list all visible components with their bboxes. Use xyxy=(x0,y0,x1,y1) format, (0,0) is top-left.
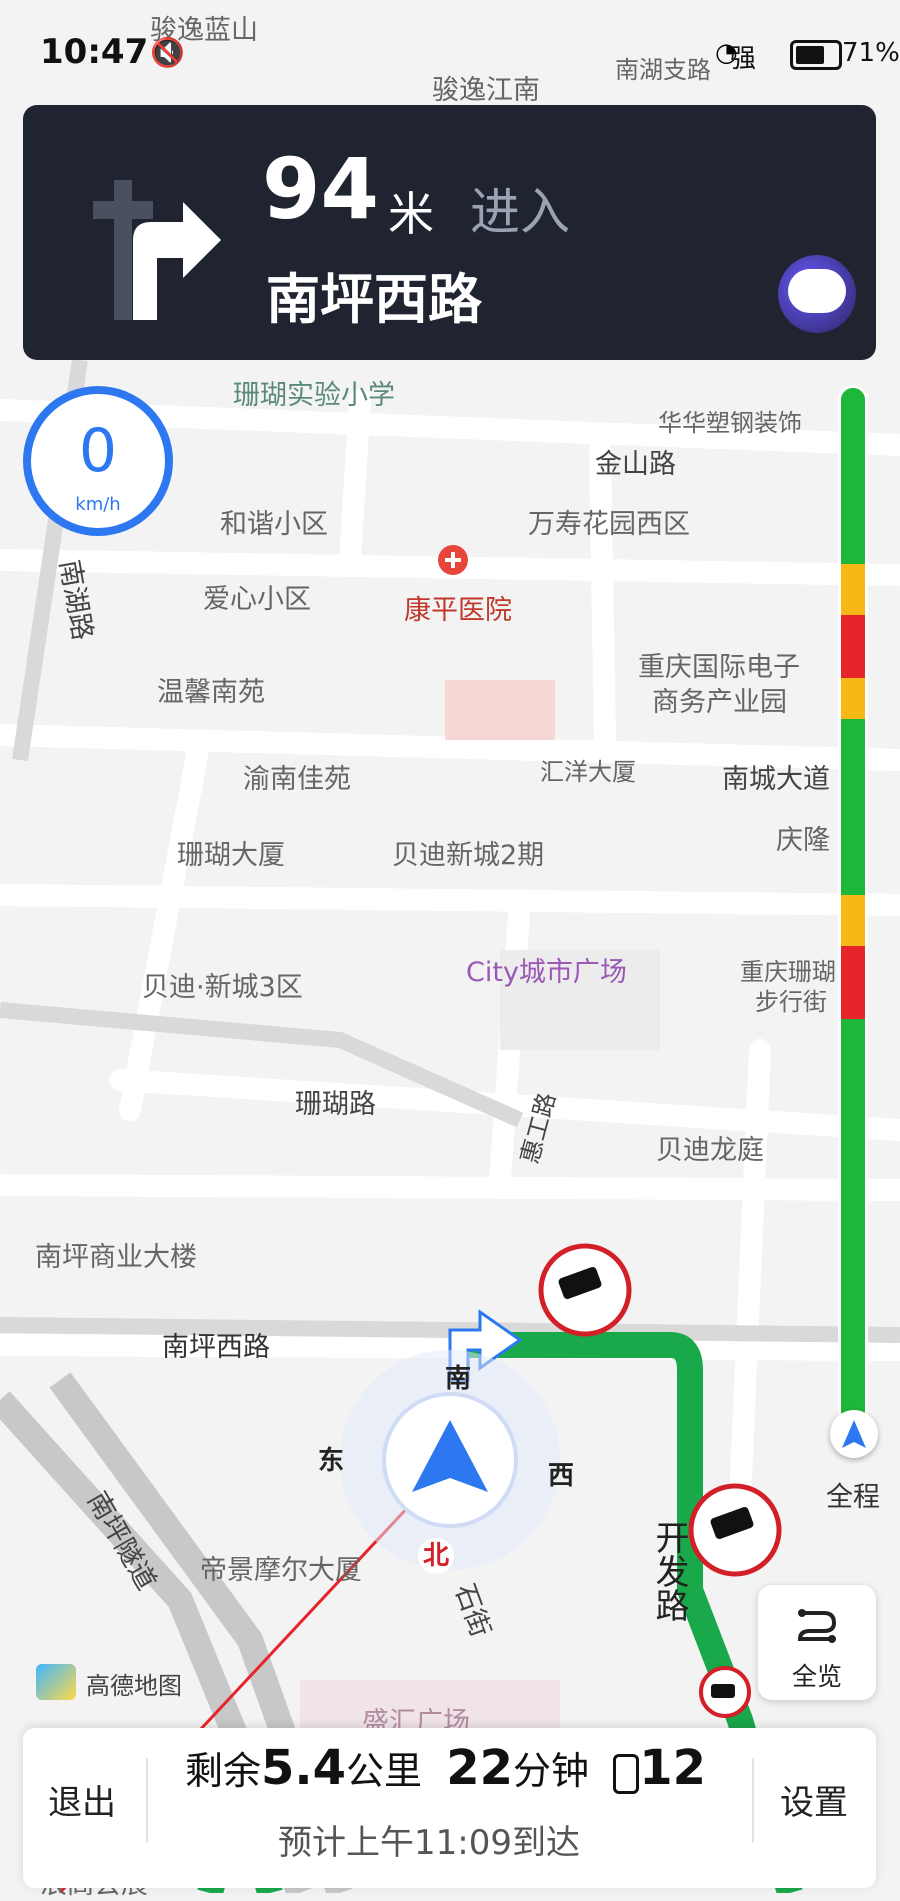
divider xyxy=(752,1758,754,1843)
map-label: 贝迪新城2期 xyxy=(392,840,545,871)
map-label: 万寿花园西区 xyxy=(528,509,690,540)
eta-text: 预计上午11:09到达 xyxy=(278,1823,580,1863)
remaining-prefix: 剩余 xyxy=(185,1749,262,1793)
next-street-name: 南坪西路 xyxy=(266,268,482,331)
battery-percent: 71% xyxy=(842,38,900,68)
traffic-light-icon xyxy=(613,1753,640,1794)
map-label: 珊瑚实验小学 xyxy=(233,380,395,411)
map-label: 康平医院 xyxy=(404,595,512,626)
compass-north: 北 xyxy=(418,1538,454,1574)
turn-right-icon xyxy=(93,180,221,320)
compass-east: 东 xyxy=(318,1446,345,1476)
map-label: 步行街 xyxy=(755,988,827,1016)
map-label: 华华塑钢装饰 xyxy=(658,409,802,437)
speedometer: 0 km/h xyxy=(23,386,173,536)
map-label: 贝迪龙庭 xyxy=(656,1135,764,1166)
speed-camera-icon xyxy=(538,1243,632,1337)
traffic-progress-bar[interactable] xyxy=(838,385,868,1425)
compass-west: 西 xyxy=(548,1461,575,1491)
signal-strength: 强 xyxy=(730,44,757,74)
map-label: 南坪西路 xyxy=(162,1332,270,1363)
map-label: 爱心小区 xyxy=(203,584,311,615)
traffic-segment-smooth xyxy=(841,718,865,895)
traffic-segment-smooth xyxy=(841,388,865,564)
remaining-distance-unit: 公里 xyxy=(346,1749,423,1793)
exit-button[interactable]: 退出 xyxy=(48,1775,116,1824)
remaining-time: 22 xyxy=(446,1740,514,1796)
remaining-time-unit: 分钟 xyxy=(513,1749,590,1793)
speed-camera-icon xyxy=(699,1666,751,1718)
map-label: 和谐小区 xyxy=(220,509,328,540)
remaining-distance: 5.4 xyxy=(261,1740,347,1796)
status-time: 10:47 xyxy=(40,32,149,72)
speed-unit: km/h xyxy=(75,494,121,515)
map-label: City城市广场 xyxy=(466,957,627,988)
map-label: 贝迪·新城3区 xyxy=(142,972,303,1003)
brand-logo: 高德地图 xyxy=(86,1672,182,1700)
map-label: 南坪商业大楼 xyxy=(35,1242,197,1273)
map-label: 金山路 xyxy=(595,449,676,480)
compass-south: 南 xyxy=(445,1364,472,1394)
traffic-segment-congested xyxy=(841,946,865,1019)
distance-unit: 米 xyxy=(388,187,434,241)
divider xyxy=(146,1758,148,1843)
route-overview-icon xyxy=(797,1609,837,1643)
turn-action: 进入 xyxy=(470,183,570,241)
map-label: 温馨南苑 xyxy=(157,677,265,708)
map-label: 南城大道 xyxy=(722,764,830,795)
voice-assistant-icon[interactable] xyxy=(778,255,856,333)
traffic-segment-smooth xyxy=(841,1018,865,1422)
traffic-segment-slow xyxy=(841,677,865,719)
overview-button[interactable]: 全览 xyxy=(758,1585,876,1700)
map-label: 汇洋大厦 xyxy=(540,758,636,786)
map-label: 重庆国际电子 xyxy=(638,652,800,683)
map-label: 庆隆 xyxy=(776,825,830,856)
battery-icon xyxy=(790,40,842,70)
trip-summary: 剩余5.4公里 22分钟 12 xyxy=(185,1740,706,1796)
traffic-light-count: 12 xyxy=(639,1740,707,1796)
map-label: 商务产业园 xyxy=(652,687,787,718)
status-bar: 10:47 🔇 ◔ 强 71% xyxy=(0,0,900,100)
full-trip-label[interactable]: 全程 xyxy=(826,1475,880,1514)
turn-distance: 94 xyxy=(262,140,379,238)
speed-value: 0 xyxy=(78,416,118,486)
settings-button[interactable]: 设置 xyxy=(780,1775,848,1824)
map-label: 珊瑚大厦 xyxy=(177,840,285,871)
traffic-segment-congested xyxy=(841,615,865,678)
mute-icon: 🔇 xyxy=(150,36,185,69)
map-label: 渝南佳苑 xyxy=(243,764,351,795)
current-position-icon xyxy=(830,1410,878,1458)
overview-label: 全览 xyxy=(791,1662,842,1691)
amap-logo-icon xyxy=(36,1664,76,1700)
map-label: 珊瑚路 xyxy=(295,1089,376,1120)
speed-camera-icon xyxy=(688,1483,782,1577)
map-label: 开发路 xyxy=(649,1520,689,1622)
map-label: 帝景摩尔大厦 xyxy=(200,1555,362,1586)
traffic-segment-slow xyxy=(841,894,865,947)
traffic-segment-slow xyxy=(841,563,865,616)
